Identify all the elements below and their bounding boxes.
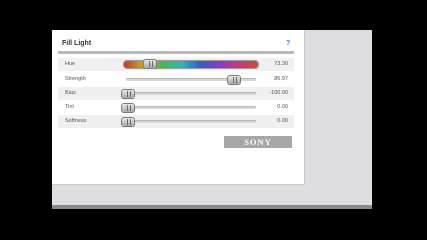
header-divider (58, 51, 294, 54)
panel-header: Fill Light ? (52, 30, 295, 52)
slider-label: Hue (65, 61, 76, 67)
sony-logo: SONY (224, 136, 292, 148)
slider-label: Softness (65, 118, 87, 124)
tint-slider-thumb[interactable] (122, 104, 134, 112)
tint-slider-track[interactable] (122, 104, 256, 112)
slider-value: 0.00 (277, 104, 288, 110)
bias-slider-track[interactable] (122, 90, 256, 98)
fill-light-panel: Fill Light ? Hue 73.30 Strength 86.97 Bi… (52, 30, 305, 185)
strength-slider-track[interactable] (126, 76, 256, 84)
slider-value: 73.30 (274, 61, 288, 67)
slider-value: -100.00 (269, 90, 288, 96)
bias-slider-thumb[interactable] (122, 90, 134, 98)
slider-value: 0.00 (277, 118, 288, 124)
slider-row-hue: Hue 73.30 (58, 58, 294, 71)
softness-slider-thumb[interactable] (122, 118, 134, 126)
slider-label: Bias (65, 90, 76, 96)
hue-slider-thumb[interactable] (144, 60, 156, 68)
slider-label: Tint (65, 104, 74, 110)
brand-logo-text: SONY (244, 137, 272, 147)
slider-value: 86.97 (274, 76, 288, 82)
window-bottom-edge (52, 205, 372, 209)
slider-row-bias: Bias -100.00 (58, 87, 294, 100)
hue-slider-track[interactable] (124, 60, 258, 68)
slider-row-softness: Softness 0.00 (58, 115, 294, 128)
panel-title: Fill Light (62, 40, 92, 47)
slider-row-strength: Strength 86.97 (58, 73, 294, 86)
slider-row-tint: Tint 0.00 (58, 101, 294, 114)
app-window: Fill Light ? Hue 73.30 Strength 86.97 Bi… (52, 30, 372, 208)
softness-slider-track[interactable] (122, 118, 256, 126)
strength-slider-thumb[interactable] (228, 76, 240, 84)
slider-label: Strength (65, 76, 86, 82)
help-icon[interactable]: ? (286, 40, 290, 47)
